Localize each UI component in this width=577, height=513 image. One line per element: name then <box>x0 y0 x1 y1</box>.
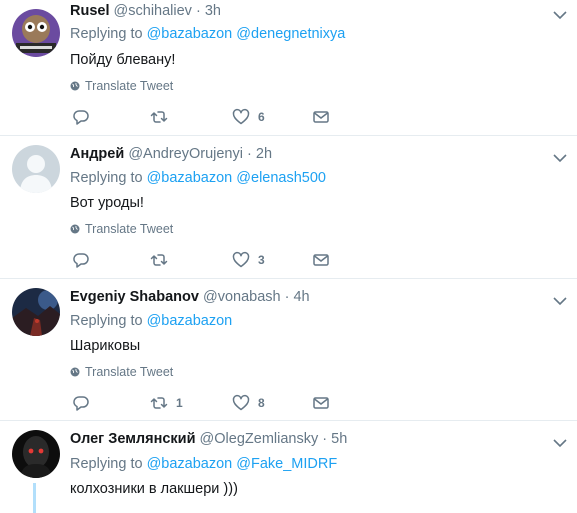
tweet-header: Rusel @schihaliev · 3h <box>70 3 221 19</box>
replying-to-label: Replying to <box>70 170 143 186</box>
direct-message-button[interactable] <box>312 250 330 270</box>
tweet[interactable]: Андрей @AndreyOrujenyi · 2h Replying to … <box>0 136 577 279</box>
user-handle[interactable]: @vonabash <box>203 289 281 305</box>
globe-icon <box>70 367 80 377</box>
replying-to-label: Replying to <box>70 456 143 472</box>
mention-link[interactable]: @bazabazon <box>147 170 233 186</box>
replying-to: Replying to @bazabazon @Fake_MIDRF <box>70 456 337 472</box>
heart-icon <box>232 108 250 125</box>
mention-link[interactable]: @denegnetnixya <box>236 26 345 42</box>
separator-dot: · <box>195 3 201 19</box>
like-count: 3 <box>258 253 265 267</box>
heart-icon <box>232 394 250 411</box>
chevron-down-icon[interactable] <box>553 296 567 306</box>
chevron-down-icon[interactable] <box>553 438 567 448</box>
translate-tweet-link[interactable]: Translate Tweet <box>70 79 173 93</box>
chevron-down-icon[interactable] <box>553 10 567 20</box>
translate-label: Translate Tweet <box>85 79 174 93</box>
direct-message-button[interactable] <box>312 107 330 127</box>
replying-to: Replying to @bazabazon @elenash500 <box>70 170 326 186</box>
timestamp[interactable]: 3h <box>205 3 221 19</box>
tweet-header: Evgeniy Shabanov @vonabash · 4h <box>70 289 310 305</box>
tweet-text: Вот уроды! <box>70 195 144 211</box>
separator-dot: · <box>284 289 290 305</box>
reply-button[interactable] <box>72 250 90 270</box>
retweet-count: 1 <box>176 396 183 410</box>
thread-line <box>33 483 36 513</box>
user-handle[interactable]: @AndreyOrujenyi <box>128 146 243 162</box>
translate-label: Translate Tweet <box>85 222 174 236</box>
mention-link[interactable]: @bazabazon <box>147 456 233 472</box>
heart-icon <box>232 251 250 268</box>
reply-icon <box>73 110 89 125</box>
message-icon <box>313 111 329 123</box>
retweet-icon <box>150 397 168 409</box>
tweet-header: Андрей @AndreyOrujenyi · 2h <box>70 146 272 162</box>
mention-link[interactable]: @bazabazon <box>147 313 233 329</box>
display-name[interactable]: Олег Землянский <box>70 431 196 447</box>
avatar[interactable] <box>12 145 60 193</box>
translate-tweet-link[interactable]: Translate Tweet <box>70 222 173 236</box>
display-name[interactable]: Evgeniy Shabanov <box>70 289 199 305</box>
timestamp[interactable]: 2h <box>256 146 272 162</box>
tweet-actions: 3 <box>70 250 350 270</box>
replying-to: Replying to @bazabazon @denegnetnixya <box>70 26 345 42</box>
tweet[interactable]: Олег Землянский @OlegZemliansky · 5h Rep… <box>0 421 577 513</box>
tweet[interactable]: Evgeniy Shabanov @vonabash · 4h Replying… <box>0 279 577 421</box>
timestamp[interactable]: 4h <box>293 289 309 305</box>
message-icon <box>313 397 329 409</box>
retweet-icon <box>150 111 168 123</box>
direct-message-button[interactable] <box>312 393 330 413</box>
avatar[interactable] <box>12 288 60 336</box>
replying-to: Replying to @bazabazon <box>70 313 232 329</box>
reply-button[interactable] <box>72 393 90 413</box>
translate-label: Translate Tweet <box>85 365 174 379</box>
translate-tweet-link[interactable]: Translate Tweet <box>70 365 173 379</box>
like-count: 8 <box>258 396 265 410</box>
tweet-text: колхозники в лакшери ))) <box>70 481 238 497</box>
tweet-text: Шариковы <box>70 338 141 354</box>
like-button[interactable]: 6 <box>232 107 265 127</box>
display-name[interactable]: Андрей <box>70 146 124 162</box>
tweet-actions: 6 <box>70 107 350 127</box>
mention-link[interactable]: @bazabazon <box>147 26 233 42</box>
like-button[interactable]: 8 <box>232 393 265 413</box>
tweet-feed: Rusel @schihaliev · 3h Replying to @baza… <box>0 0 577 513</box>
retweet-icon <box>150 254 168 266</box>
tweet[interactable]: Rusel @schihaliev · 3h Replying to @baza… <box>0 0 577 136</box>
replying-to-label: Replying to <box>70 26 143 42</box>
replying-to-label: Replying to <box>70 313 143 329</box>
user-handle[interactable]: @schihaliev <box>114 3 192 19</box>
mention-link[interactable]: @elenash500 <box>236 170 326 186</box>
chevron-down-icon[interactable] <box>553 153 567 163</box>
like-button[interactable]: 3 <box>232 250 265 270</box>
reply-icon <box>73 253 89 268</box>
retweet-button[interactable]: 1 <box>150 393 183 413</box>
separator-dot: · <box>247 146 252 162</box>
tweet-header: Олег Землянский @OlegZemliansky · 5h <box>70 431 347 447</box>
tweet-text: Пойду блевану! <box>70 52 176 68</box>
separator-dot: · <box>322 431 328 447</box>
reply-button[interactable] <box>72 107 90 127</box>
tweet-actions: 1 8 <box>70 393 350 413</box>
mention-link[interactable]: @Fake_MIDRF <box>236 456 337 472</box>
display-name[interactable]: Rusel <box>70 3 110 19</box>
retweet-button[interactable] <box>150 250 176 270</box>
timestamp[interactable]: 5h <box>331 431 347 447</box>
avatar[interactable] <box>12 9 60 57</box>
globe-icon <box>70 81 80 91</box>
globe-icon <box>70 224 80 234</box>
reply-icon <box>73 396 89 411</box>
user-handle[interactable]: @OlegZemliansky <box>200 431 319 447</box>
message-icon <box>313 254 329 266</box>
retweet-button[interactable] <box>150 107 176 127</box>
avatar[interactable] <box>12 430 60 478</box>
like-count: 6 <box>258 110 265 124</box>
